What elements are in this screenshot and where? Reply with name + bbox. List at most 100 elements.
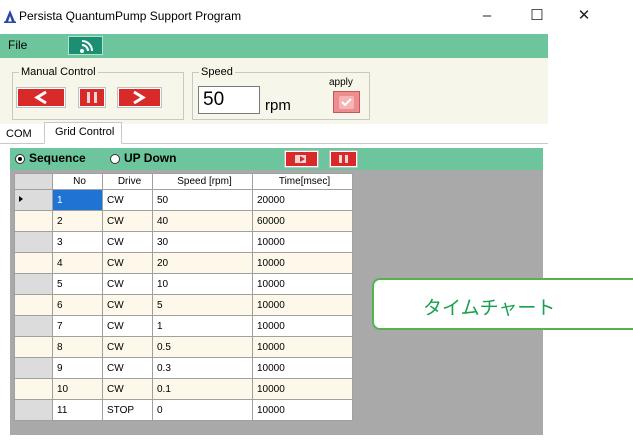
row-header[interactable] (14, 210, 53, 232)
cell-time[interactable]: 10000 (252, 336, 353, 358)
cell-time[interactable]: 60000 (252, 210, 353, 232)
cell-no[interactable]: 5 (52, 273, 103, 295)
column-header-no[interactable]: No (52, 173, 103, 190)
cell-speed[interactable]: 20 (152, 252, 253, 274)
cell-speed[interactable]: 0.3 (152, 357, 253, 379)
cell-drive[interactable]: CW (102, 231, 153, 253)
cell-drive[interactable]: STOP (102, 399, 153, 421)
cell-time[interactable]: 10000 (252, 252, 353, 274)
table-row[interactable]: 3 CW 30 10000 (14, 231, 353, 253)
table-row[interactable]: 7 CW 1 10000 (14, 315, 353, 337)
pause-icon (87, 92, 97, 103)
tab-com[interactable]: COM (6, 128, 32, 140)
right-arrow-icon (133, 90, 146, 105)
cell-speed[interactable]: 0.1 (152, 378, 253, 400)
cell-drive[interactable]: CW (102, 357, 153, 379)
sequence-radio[interactable] (15, 154, 25, 164)
column-header-time[interactable]: Time[msec] (252, 173, 353, 190)
cell-time[interactable]: 10000 (252, 378, 353, 400)
forward-button[interactable] (118, 88, 161, 107)
table-row[interactable]: 6 CW 5 10000 (14, 294, 353, 316)
table-row[interactable]: 5 CW 10 10000 (14, 273, 353, 295)
cell-time[interactable]: 20000 (252, 189, 353, 211)
current-row-icon (19, 195, 23, 202)
row-header[interactable] (14, 378, 53, 400)
wifi-button[interactable] (68, 36, 103, 55)
window-title: Persista QuantumPump Support Program (19, 9, 242, 23)
rpm-unit-label: rpm (265, 97, 291, 114)
menu-file[interactable]: File (8, 38, 27, 52)
cell-speed[interactable]: 1 (152, 315, 253, 337)
cell-no[interactable]: 4 (52, 252, 103, 274)
cell-speed[interactable]: 10 (152, 273, 253, 295)
cell-no[interactable]: 11 (52, 399, 103, 421)
stop-sequence-button[interactable] (330, 151, 357, 167)
cell-speed[interactable]: 50 (152, 189, 253, 211)
play-icon (295, 155, 306, 163)
cell-time[interactable]: 10000 (252, 357, 353, 379)
cell-speed[interactable]: 5 (152, 294, 253, 316)
speed-input[interactable]: 50 (198, 86, 260, 114)
updown-label: UP Down (124, 151, 177, 165)
cell-drive[interactable]: CW (102, 294, 153, 316)
table-row[interactable]: 2 CW 40 60000 (14, 210, 353, 232)
cell-time[interactable]: 10000 (252, 399, 353, 421)
sequence-grid[interactable]: No Drive Speed [rpm] Time[msec] 1 CW 50 … (14, 173, 353, 421)
table-row[interactable]: 8 CW 0.5 10000 (14, 336, 353, 358)
grid-corner-header (14, 173, 53, 190)
pause-icon (339, 155, 348, 163)
cell-no[interactable]: 6 (52, 294, 103, 316)
cell-speed[interactable]: 0 (152, 399, 253, 421)
row-header[interactable] (14, 294, 53, 316)
cell-no[interactable]: 10 (52, 378, 103, 400)
cell-speed[interactable]: 40 (152, 210, 253, 232)
cell-drive[interactable]: CW (102, 210, 153, 232)
row-header[interactable] (14, 399, 53, 421)
cell-speed[interactable]: 30 (152, 231, 253, 253)
row-header[interactable] (14, 315, 53, 337)
cell-time[interactable]: 10000 (252, 231, 353, 253)
wifi-icon (80, 40, 93, 53)
cell-speed[interactable]: 0.5 (152, 336, 253, 358)
manual-control-label: Manual Control (21, 66, 96, 78)
row-header[interactable] (14, 336, 53, 358)
pause-button[interactable] (79, 88, 105, 107)
table-row[interactable]: 4 CW 20 10000 (14, 252, 353, 274)
time-chart-callout: タイムチャート (372, 278, 633, 330)
cell-time[interactable]: 10000 (252, 315, 353, 337)
table-row[interactable]: 10 CW 0.1 10000 (14, 378, 353, 400)
cell-drive[interactable]: CW (102, 378, 153, 400)
row-header[interactable] (14, 231, 53, 253)
table-row[interactable]: 1 CW 50 20000 (14, 189, 353, 211)
cell-no[interactable]: 2 (52, 210, 103, 232)
checkmark-icon (339, 96, 354, 109)
column-header-drive[interactable]: Drive (102, 173, 153, 190)
cell-drive[interactable]: CW (102, 315, 153, 337)
apply-button[interactable] (333, 91, 360, 113)
cell-no[interactable]: 1 (52, 189, 103, 211)
row-header[interactable] (14, 252, 53, 274)
row-header[interactable] (14, 273, 53, 295)
cell-drive[interactable]: CW (102, 273, 153, 295)
run-sequence-button[interactable] (285, 151, 318, 167)
reverse-button[interactable] (17, 88, 65, 107)
close-button[interactable]: ✕ (569, 4, 599, 28)
cell-no[interactable]: 9 (52, 357, 103, 379)
updown-radio[interactable] (110, 154, 120, 164)
column-header-speed[interactable]: Speed [rpm] (152, 173, 253, 190)
cell-no[interactable]: 3 (52, 231, 103, 253)
table-row[interactable]: 11 STOP 0 10000 (14, 399, 353, 421)
maximize-button[interactable]: ☐ (522, 4, 552, 28)
cell-time[interactable]: 10000 (252, 273, 353, 295)
cell-drive[interactable]: CW (102, 336, 153, 358)
tab-grid-control[interactable]: Grid Control (44, 122, 122, 144)
cell-drive[interactable]: CW (102, 252, 153, 274)
cell-drive[interactable]: CW (102, 189, 153, 211)
cell-no[interactable]: 8 (52, 336, 103, 358)
row-header[interactable] (14, 357, 53, 379)
cell-time[interactable]: 10000 (252, 294, 353, 316)
table-row[interactable]: 9 CW 0.3 10000 (14, 357, 353, 379)
cell-no[interactable]: 7 (52, 315, 103, 337)
minimize-button[interactable]: – (472, 4, 502, 28)
row-header[interactable] (14, 189, 53, 211)
